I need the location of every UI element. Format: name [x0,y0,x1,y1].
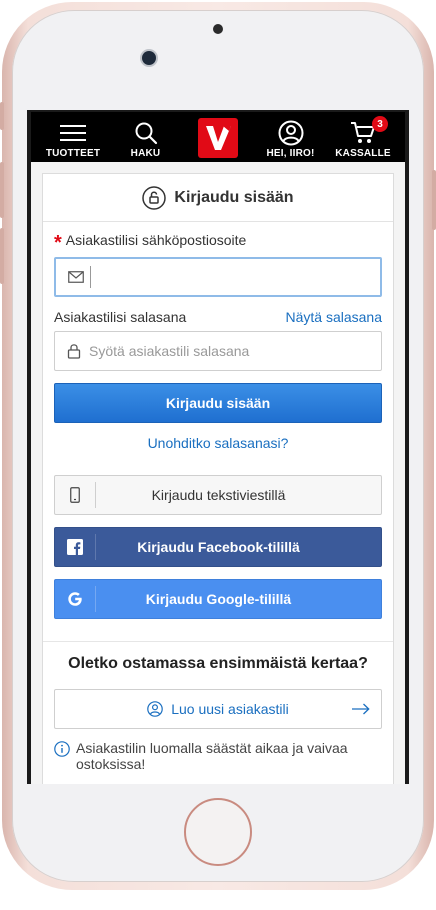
top-nav: TUOTTEET HAKU HEI, IIRO! 3 KASSALLE [31,112,405,162]
nav-cart-label: KASSALLE [335,148,391,159]
nav-account-label: HEI, IIRO! [266,148,315,159]
nav-menu[interactable]: TUOTTEET [43,118,103,159]
verkkokauppa-logo [198,118,238,158]
register-title: Oletko ostamassa ensimmäistä kertaa? [68,655,368,672]
password-placeholder: Syötä asiakastili salasana [89,343,250,359]
sms-login-button[interactable]: Kirjaudu tekstiviestillä [54,475,382,515]
google-login-label: Kirjaudu Google-tilillä [145,591,292,607]
forgot-password-link[interactable]: Unohditko salasanasi? [148,435,289,451]
password-label: Asiakastilisi salasana [54,309,187,325]
search-icon [135,122,157,145]
home-button [184,798,252,866]
nav-account[interactable]: HEI, IIRO! [261,118,321,159]
section-divider [43,641,393,642]
arrow-right-icon [352,703,370,715]
padlock-icon [67,344,81,359]
facebook-login-button[interactable]: Kirjaudu Facebook-tilillä [54,527,382,567]
user-circle-icon [147,701,164,717]
password-label-row: Asiakastilisi salasana Näytä salasana [54,309,382,325]
mute-switch [0,102,4,130]
nav-search[interactable]: HAKU [116,118,176,159]
facebook-icon [67,539,83,555]
power-button [432,170,436,230]
volume-up-button [0,162,4,218]
mobile-phone-icon [70,487,80,503]
front-camera [142,51,156,65]
facebook-login-label: Kirjaudu Facebook-tilillä [137,539,300,555]
nav-logo[interactable] [188,118,248,159]
info-icon [54,741,70,757]
email-field[interactable] [54,257,382,297]
nav-cart[interactable]: 3 KASSALLE [333,116,393,159]
earpiece [213,24,223,34]
login-title: Kirjaudu sisään [174,188,294,206]
logo-v-mark [206,126,231,150]
create-account-button[interactable]: Luo uusi asiakastili [54,689,382,729]
create-account-label: Luo uusi asiakastili [171,701,289,717]
lock-icon [142,185,167,210]
google-login-button[interactable]: Kirjaudu Google-tilillä [54,579,382,619]
nav-menu-label: TUOTTEET [45,148,101,159]
text-cursor [90,266,91,288]
login-card: Kirjaudu sisään * Asiakastilisi sähköpost… [42,173,394,784]
email-label: Asiakastilisi sähköpostiosoite [65,232,247,248]
screen: TUOTTEET HAKU HEI, IIRO! 3 KASSALLE Kirj… [27,110,409,784]
show-password-link[interactable]: Näytä salasana [285,309,382,325]
sms-login-label: Kirjaudu tekstiviestillä [151,487,286,503]
user-icon [278,120,303,146]
nav-search-label: HAKU [130,148,161,159]
password-field[interactable]: Syötä asiakastili salasana [54,331,382,371]
cart-count-badge: 3 [372,116,388,132]
volume-down-button [0,228,4,284]
envelope-icon [68,271,84,283]
forgot-row: Unohditko salasanasi? [54,435,382,453]
login-submit-button[interactable]: Kirjaudu sisään [54,383,382,423]
login-header: Kirjaudu sisään [43,174,393,222]
register-info-text: Asiakastilin luomalla säästät aikaa ja v… [76,740,348,772]
hamburger-icon [60,125,86,141]
required-marker: * [54,232,62,254]
google-icon [68,592,82,606]
email-label-row: * Asiakastilisi sähköpostiosoite [54,232,382,253]
page-content: Kirjaudu sisään * Asiakastilisi sähköpost… [31,162,405,784]
register-info: Asiakastilin luomalla säästät aikaa ja v… [54,740,382,772]
